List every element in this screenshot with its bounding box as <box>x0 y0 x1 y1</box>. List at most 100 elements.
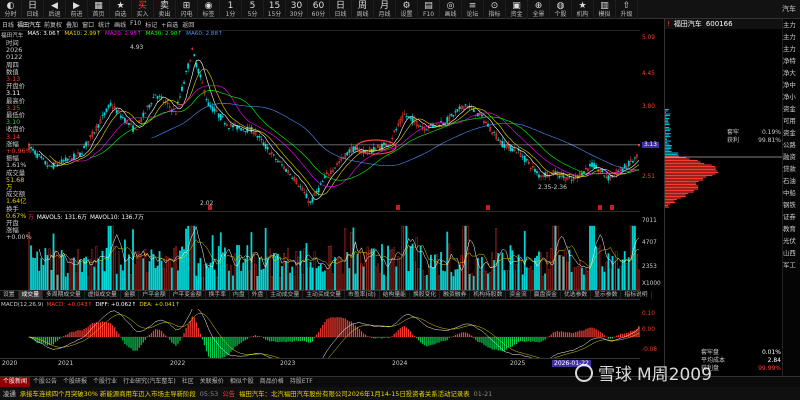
sidebar-item[interactable]: 主力 <box>783 31 800 43</box>
toolbar-button-28[interactable]: ⇧ 升级 <box>616 0 638 19</box>
toolbar-button-12[interactable]: 15 15分 <box>264 0 286 19</box>
sidebar-item[interactable]: 资金 <box>783 103 800 115</box>
toolbar-button-2[interactable]: ◀ 后退 <box>44 0 66 19</box>
period-label[interactable]: 日线 <box>2 20 14 29</box>
event-marker[interactable] <box>598 205 602 210</box>
event-marker[interactable] <box>610 205 614 210</box>
sidebar-item[interactable]: 贷款 <box>783 163 800 175</box>
toolbar-button-10[interactable]: 1 1分 <box>220 0 242 19</box>
sidebar-item[interactable]: 主力 <box>783 43 800 55</box>
toolbar-button-15[interactable]: 日日线 <box>330 0 352 19</box>
toolbar-button-9[interactable]: ◉ 标签 <box>198 0 220 19</box>
indicator-tab-1[interactable]: 成交量 <box>18 291 44 299</box>
toolbar-button-19[interactable]: ▤ F10 <box>418 0 440 19</box>
toolbar-button-18[interactable]: ⚙ 设置 <box>396 0 418 19</box>
toolbar-button-5[interactable]: ★ 自选 <box>110 0 132 19</box>
info-action-6[interactable]: 标记 <box>145 20 157 29</box>
toolbar-button-13[interactable]: 30 30分 <box>286 0 308 19</box>
volume-chart[interactable] <box>28 212 640 290</box>
toolbar-button-6[interactable]: 买买入 <box>132 0 154 19</box>
sidebar-item[interactable]: 山西 <box>783 247 800 259</box>
info-action-0[interactable]: 前复权 <box>44 20 62 29</box>
info-action-2[interactable]: 窗口 <box>82 20 94 29</box>
toolbar-button-22[interactable]: ⊙ 指标 <box>484 0 506 19</box>
toolbar-button-17[interactable]: 月月线 <box>374 0 396 19</box>
sidebar-item[interactable]: 军工 <box>783 259 800 271</box>
toolbar-button-16[interactable]: 周周线 <box>352 0 374 19</box>
toolbar-button-3[interactable]: ▶ 前进 <box>66 0 88 19</box>
sidebar-item[interactable]: 教育 <box>783 223 800 235</box>
event-marker[interactable] <box>486 205 490 210</box>
sidebar-item[interactable]: 净特 <box>783 55 800 67</box>
sidebar-item[interactable]: 主力 <box>783 19 800 31</box>
info-action-4[interactable]: 画线 <box>114 20 126 29</box>
indicator-tab-4[interactable]: 金额 <box>121 291 140 299</box>
indicator-tab-15[interactable]: 融资融券 <box>440 291 471 299</box>
event-marker[interactable] <box>396 205 400 210</box>
indicator-tab-17[interactable]: 资金流 <box>506 291 531 299</box>
price-chart[interactable]: 4.93 2.02 2.35-2.36 <box>28 39 640 212</box>
sidebar-item[interactable]: 可用 <box>783 115 800 127</box>
bottom-tab-2[interactable]: 个股研报 <box>60 377 90 387</box>
bottom-tab-5[interactable]: 社区 <box>179 377 197 387</box>
sidebar-item[interactable]: 净大 <box>783 67 800 79</box>
sidebar-item[interactable]: 石油 <box>783 175 800 187</box>
toolbar-button-0[interactable]: ◐ 分时 <box>0 0 22 19</box>
indicator-tab-19[interactable]: 优选参数 <box>561 291 592 299</box>
toolbar-button-25[interactable]: ◍ 个股 <box>550 0 572 19</box>
bottom-tab-1[interactable]: 个股公告 <box>30 377 60 387</box>
indicator-tab-21[interactable]: 指标说明 <box>621 291 652 299</box>
toolbar-button-4[interactable]: ▦ 首页 <box>88 0 110 19</box>
bottom-tab-6[interactable]: 关联报价 <box>197 377 227 387</box>
toolbar-button-26[interactable]: ★ 机构 <box>572 0 594 19</box>
toolbar-button-27[interactable]: ▥ 模拟 <box>594 0 616 19</box>
indicator-tab-3[interactable]: 虚拟成交量 <box>85 291 121 299</box>
sidebar-item[interactable]: 光伏 <box>783 235 800 247</box>
sidebar-item[interactable]: 融资 <box>783 151 800 163</box>
sidebar-item[interactable]: 公路 <box>783 139 800 151</box>
indicator-tab-12[interactable]: 市盈率(动) <box>345 291 380 299</box>
sidebar-item[interactable]: 资金 <box>783 127 800 139</box>
toolbar-button-23[interactable]: ▣ 资金 <box>506 0 528 19</box>
info-action-5[interactable]: F10 <box>130 20 141 29</box>
indicator-tab-7[interactable]: 换手率 <box>206 291 231 299</box>
sidebar-item[interactable]: 证券 <box>783 211 800 223</box>
toolbar-button-20[interactable]: ◎ 画线 <box>440 0 462 19</box>
bottom-tab-7[interactable]: 相似个股 <box>227 377 257 387</box>
bottom-tab-9[interactable]: 持股ETF <box>287 377 316 387</box>
toolbar-button-11[interactable]: 5 5分 <box>242 0 264 19</box>
toolbar-button-24[interactable]: ⊕ 全景 <box>528 0 550 19</box>
bottom-tab-8[interactable]: 商品价格 <box>257 377 287 387</box>
sidebar-item[interactable]: 钢铁 <box>783 199 800 211</box>
bottom-tab-0[interactable]: 个股新闻 <box>0 377 31 387</box>
indicator-tab-13[interactable]: 结构量能 <box>380 291 410 299</box>
indicator-tab-10[interactable]: 主动成交量 <box>267 291 304 299</box>
indicator-tab-2[interactable]: 多周期成交量 <box>43 291 85 299</box>
info-action-1[interactable]: 叠加 <box>66 20 78 29</box>
news-headline-right[interactable]: 福田汽车：北汽福田汽车股份有限公司2026年1月14-15日投资者关系活动记录表 <box>239 389 470 398</box>
indicator-tab-8[interactable]: 内盘 <box>230 291 249 299</box>
bottom-tab-3[interactable]: 个股行业 <box>90 377 120 387</box>
indicator-tab-6[interactable]: 户平变金额 <box>170 291 206 299</box>
toolbar-button-1[interactable]: 日日线 <box>22 0 44 19</box>
sidebar-item[interactable]: 净小 <box>783 91 800 103</box>
indicator-tab-11[interactable]: 主动买成交量 <box>303 291 346 299</box>
sidebar-item[interactable]: 中船 <box>783 187 800 199</box>
indicator-tab-14[interactable]: 换股变化 <box>410 291 441 299</box>
toolbar-button-7[interactable]: 卖卖出 <box>154 0 176 19</box>
sidebar-item[interactable]: 净中 <box>783 79 800 91</box>
info-action-8[interactable]: 返回 <box>182 20 194 29</box>
indicator-tab-16[interactable]: 机构持股数 <box>470 291 507 299</box>
toolbar-button-14[interactable]: 60 60分 <box>308 0 330 19</box>
info-action-3[interactable]: 统计 <box>98 20 110 29</box>
news-headline-left[interactable]: 承接车连续四个月突破30% 新能源商用车迈入市场主导新阶段 <box>20 389 196 398</box>
indicator-tab-18[interactable]: 赢盘资金 <box>531 291 561 299</box>
bottom-tab-4[interactable]: 行业研究(汽车整车) <box>120 377 179 387</box>
indicator-tab-5[interactable]: 户平金额 <box>139 291 170 299</box>
toolbar-button-8[interactable]: ⊞ 闪电 <box>176 0 198 19</box>
indicator-tab-0[interactable]: 设置 <box>0 291 19 299</box>
toolbar-button-21[interactable]: ≡ 论坛 <box>462 0 484 19</box>
macd-chart[interactable] <box>28 309 640 358</box>
indicator-tab-9[interactable]: 外盘 <box>249 291 268 299</box>
indicator-tab-20[interactable]: 显示参数 <box>591 291 622 299</box>
